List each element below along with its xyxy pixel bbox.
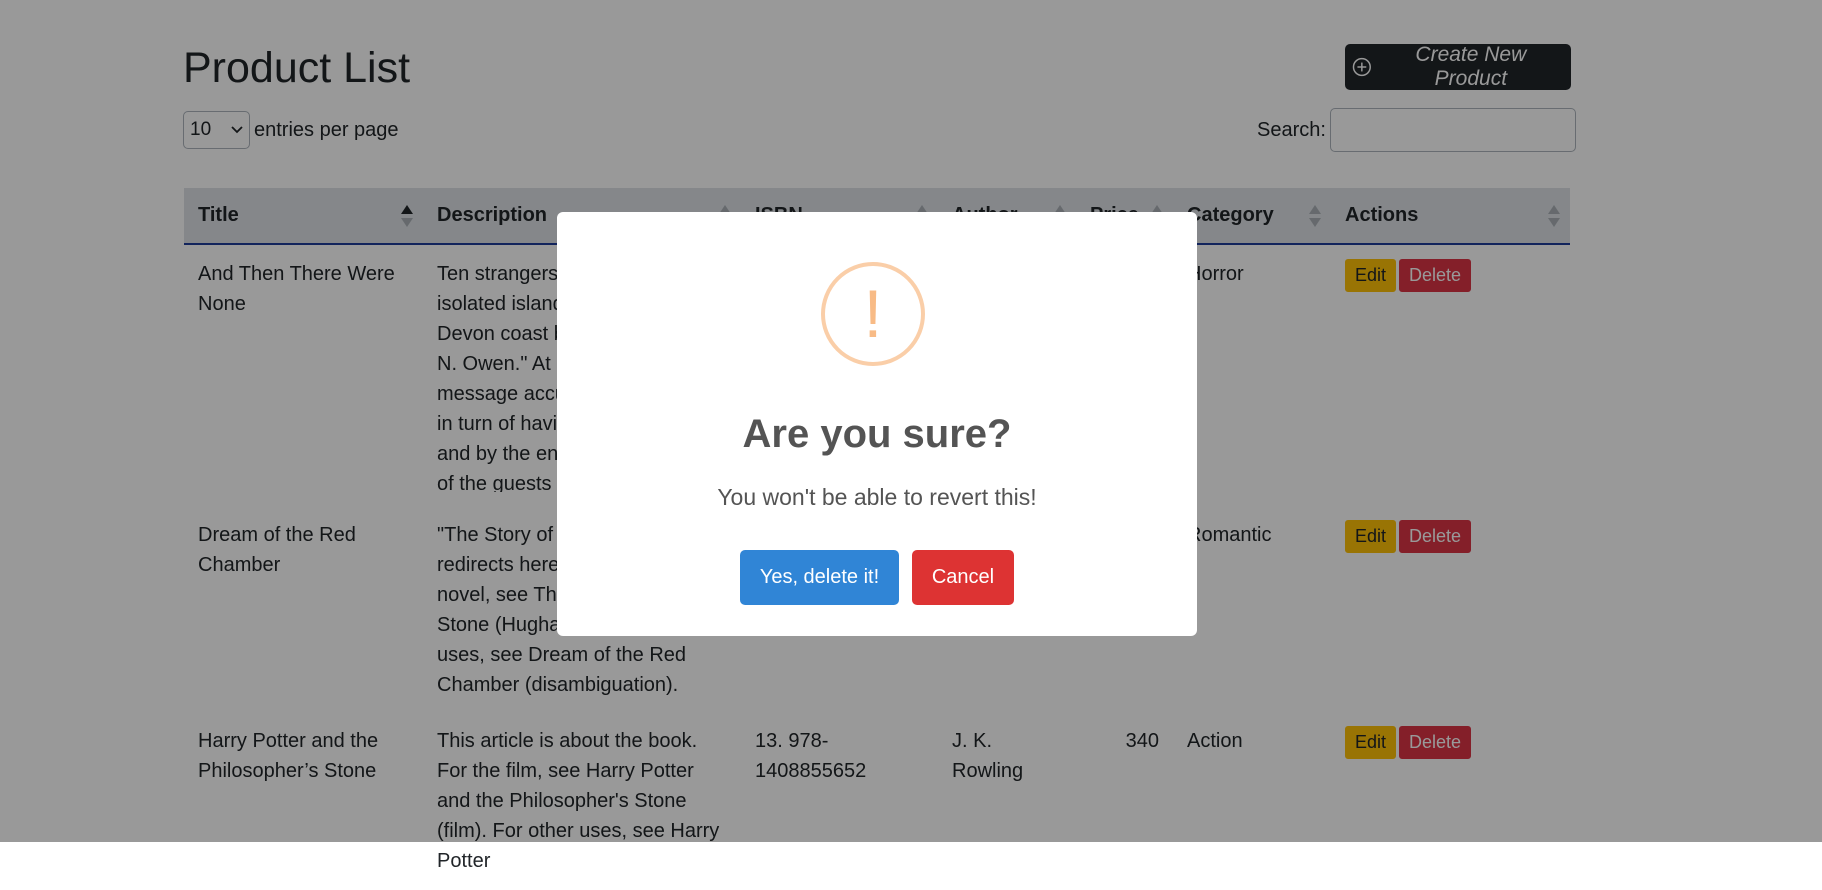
dialog-text: You won't be able to revert this! bbox=[717, 484, 1037, 510]
confirm-dialog: ! Are you sure? You won't be able to rev… bbox=[557, 212, 1197, 636]
dialog-actions: Yes, delete it! Cancel bbox=[557, 550, 1197, 605]
warning-icon: ! bbox=[821, 262, 925, 366]
cancel-button[interactable]: Cancel bbox=[912, 550, 1014, 605]
dialog-title: Are you sure? bbox=[742, 412, 1012, 456]
confirm-delete-button[interactable]: Yes, delete it! bbox=[740, 550, 899, 605]
